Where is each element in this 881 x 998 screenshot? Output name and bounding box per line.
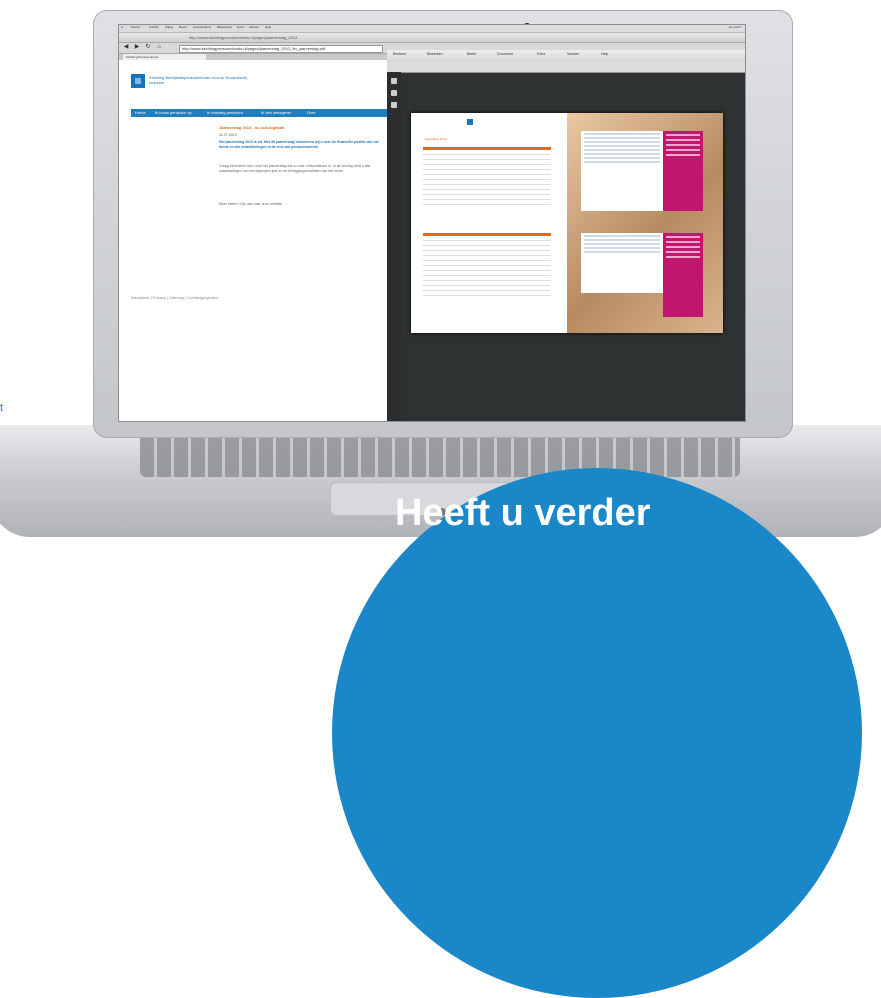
pdf-highlight-block [663, 233, 703, 317]
pdf-sidebar [387, 72, 401, 421]
pdf-menu-item[interactable]: Document [497, 52, 513, 56]
pdf-tool-toolbar [387, 62, 745, 73]
pdf-viewer: Bestand Bewerken Beeld Document Extra Ve… [387, 50, 745, 421]
pdf-menu-item[interactable]: Bestand [393, 52, 406, 56]
pdf-page-heading: Kerncijfers 2013 [425, 137, 447, 141]
window-title: http://www.stichtingpensioenfonds.nl/pag… [189, 35, 298, 40]
reload-icon[interactable]: ↻ [143, 44, 153, 51]
menu-item[interactable]: Venster [249, 25, 259, 29]
menu-item[interactable]: Help [265, 25, 271, 29]
nav-link[interactable]: Ik ben werkgever [261, 109, 291, 117]
article-more-link[interactable]: Meer weten? Kijk dan naar onze website. [219, 202, 385, 207]
pdf-highlight-block [663, 131, 703, 211]
article-date: 11-07-2013 [219, 133, 237, 137]
cta-bubble-text: Heeft u verder [395, 492, 651, 534]
nav-link[interactable]: Ik ontvang pensioen [207, 109, 243, 117]
pdf-page-right [567, 113, 723, 333]
site-logo-text: Stichting Bedrijfstakpensioenfonds voor … [149, 75, 247, 85]
pdf-table [423, 233, 551, 296]
laptop-keyboard [140, 433, 740, 477]
home-icon[interactable]: ⌂ [154, 44, 164, 51]
menu-item[interactable]: Wijzig [165, 25, 173, 29]
site-nav: Home Ik bouw pensioen op Ik ontvang pens… [131, 109, 387, 117]
nav-link[interactable]: Over [307, 109, 316, 117]
site-logo-icon [131, 74, 145, 88]
cta-bubble[interactable] [332, 468, 862, 998]
nav-link[interactable]: Ik bouw pensioen op [155, 109, 192, 117]
pdf-menu-item[interactable]: Beeld [467, 52, 476, 56]
site-footer[interactable]: Disclaimer | Privacy | Sitemap | Contact… [131, 295, 218, 300]
nav-link[interactable]: Home [135, 109, 146, 117]
forward-icon[interactable]: ▶ [132, 44, 142, 51]
menu-item[interactable]: Bladwijzers [217, 25, 232, 29]
menu-item[interactable]: Archief [149, 25, 158, 29]
pdf-menu-item[interactable]: Extra [537, 52, 545, 56]
pdf-text-block [581, 233, 663, 293]
article-lead: Het jaarverslag 2013 is uit. Met dit jaa… [219, 140, 379, 149]
os-menubar: ● Firefox Archief Wijzig Beeld Geschiede… [119, 25, 745, 33]
pdf-menu-item[interactable]: Help [601, 52, 608, 56]
pdf-text-block [581, 131, 663, 211]
apple-icon[interactable]: ● [121, 25, 123, 29]
pdf-table [423, 147, 551, 205]
website-page: Stichting Bedrijfstakpensioenfonds voor … [119, 60, 387, 421]
bookmarks-icon[interactable] [391, 90, 397, 96]
pdf-page-left: Kerncijfers 2013 [411, 113, 567, 333]
menu-item[interactable]: Extra [237, 25, 244, 29]
laptop-screen: ● Firefox Archief Wijzig Beeld Geschiede… [118, 24, 746, 422]
browser-content: Stichting Bedrijfstakpensioenfonds voor … [119, 50, 745, 421]
pages-icon[interactable] [391, 78, 397, 84]
article-body: Graag informeren wij u over het jaarvers… [219, 164, 371, 173]
pdf-logo-icon [467, 119, 473, 125]
menu-item[interactable]: Beeld [179, 25, 187, 29]
pdf-menu-item[interactable]: Bewerken [427, 52, 443, 56]
clock: wo 14:07 [728, 25, 741, 29]
pdf-menu-item[interactable]: Venster [567, 52, 579, 56]
browser-titlebar: http://www.stichtingpensioenfonds.nl/pag… [119, 33, 745, 43]
pdf-spread: Kerncijfers 2013 [411, 113, 723, 333]
menu-item[interactable]: Firefox [131, 25, 140, 29]
url-input[interactable]: http://www.stichtingpensioenfonds.nl/pag… [179, 45, 383, 53]
article-title: Jaarverslag 2013 - nu ook digitaal! [219, 125, 285, 130]
back-icon[interactable]: ◀ [121, 44, 131, 51]
attachments-icon[interactable] [391, 102, 397, 108]
menu-item[interactable]: Geschiedenis [193, 25, 211, 29]
stray-text: t [0, 402, 4, 414]
